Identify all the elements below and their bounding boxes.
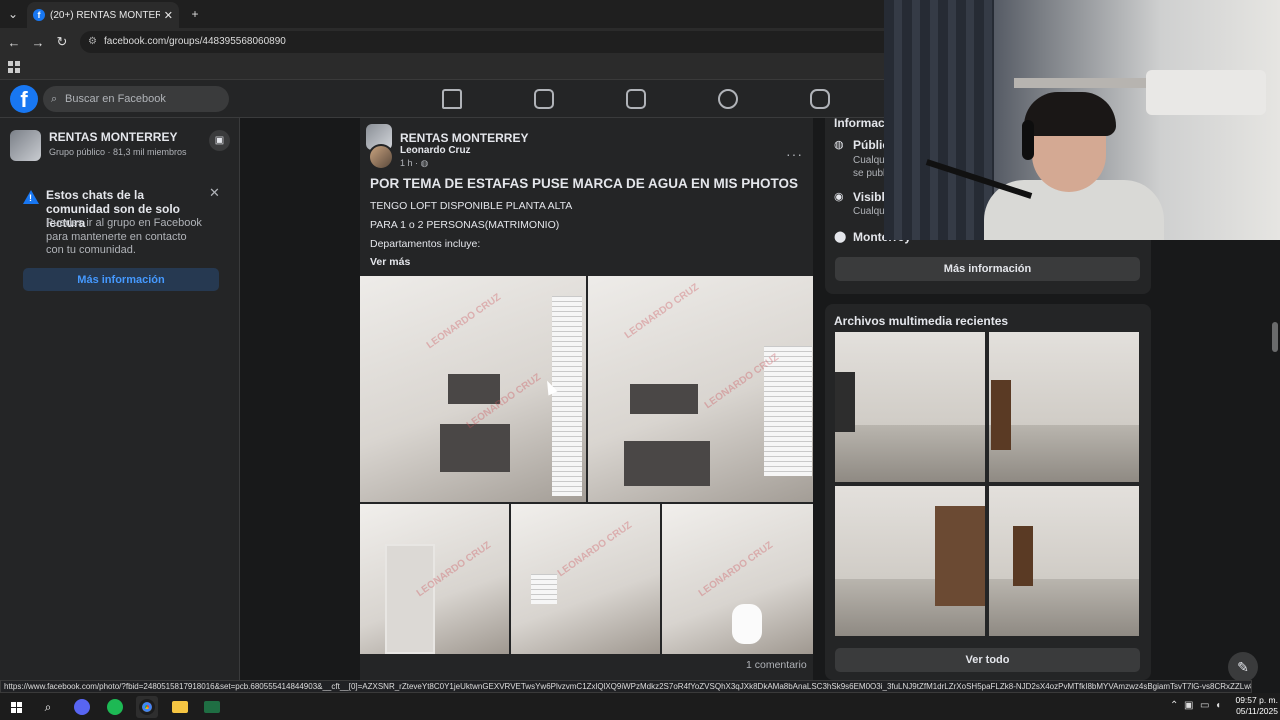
group-name[interactable]: RENTAS MONTERREY xyxy=(49,130,177,144)
location-pin-icon: ⬤ xyxy=(834,231,847,243)
post-author-avatar[interactable] xyxy=(368,144,394,170)
reload-icon[interactable]: ↻ xyxy=(53,33,71,51)
scrollbar-thumb[interactable] xyxy=(1272,322,1278,352)
facebook-search-input[interactable]: ⌕ Buscar en Facebook xyxy=(43,86,229,112)
media-thumbnail[interactable] xyxy=(989,486,1139,636)
info-public-desc: Cualqu se publ xyxy=(853,155,886,179)
post-time-text: 1 h · xyxy=(400,158,421,168)
windows-taskbar: ⌕ ⌃ ▣ ▭ ◖ 09:57 p. m. 05/11/2025 xyxy=(0,693,1280,720)
sidebar-toggle-icon[interactable]: ▣ xyxy=(209,130,230,151)
video-icon[interactable] xyxy=(534,89,554,109)
post-photo[interactable]: LEONARDO CRUZ LEONARDO CRUZ xyxy=(588,276,813,502)
taskbar-clock[interactable]: 09:57 p. m. 05/11/2025 xyxy=(1230,695,1278,717)
browser-tab[interactable]: f (20+) RENTAS MONTERREY | Fa ✕ xyxy=(27,2,179,28)
info-visible-desc: Cualqu xyxy=(853,206,885,217)
media-thumbnail[interactable] xyxy=(835,486,985,636)
post-group-name[interactable]: RENTAS MONTERREY xyxy=(400,131,528,145)
group-meta: Grupo público · 81,3 mil miembros xyxy=(49,147,187,157)
globe-icon: ◍ xyxy=(834,139,844,151)
chrome-icon[interactable] xyxy=(136,696,158,718)
warning-icon: ! xyxy=(23,190,39,204)
tray-app-icon[interactable]: ▣ xyxy=(1184,700,1193,711)
facebook-logo-icon[interactable]: f xyxy=(10,85,38,113)
network-icon[interactable]: ▭ xyxy=(1200,700,1209,711)
post-photo[interactable]: LEONARDO CRUZ xyxy=(360,504,509,654)
post-time[interactable]: 1 h · ◍ xyxy=(400,158,428,169)
groups-icon[interactable] xyxy=(718,89,738,109)
clock-time: 09:57 p. m. xyxy=(1235,695,1278,705)
gaming-icon[interactable] xyxy=(810,89,830,109)
notice-body: Puedes ir al grupo en Facebook para mant… xyxy=(46,217,202,256)
post-line: Departamentos incluye: xyxy=(370,238,481,250)
media-thumbnail[interactable] xyxy=(989,332,1139,482)
spotify-icon[interactable] xyxy=(104,696,126,718)
webcam-overlay xyxy=(884,0,1280,240)
tray-chevron-icon[interactable]: ⌃ xyxy=(1170,700,1178,711)
post-author-name[interactable]: Leonardo Cruz xyxy=(400,145,471,156)
tab-search-icon[interactable]: ⌄ xyxy=(4,5,22,23)
post-menu-button[interactable]: ··· xyxy=(786,146,803,162)
more-info-button[interactable]: Más información xyxy=(835,257,1140,281)
see-more-link[interactable]: Ver más xyxy=(370,256,410,268)
post-title: POR TEMA DE ESTAFAS PUSE MARCA DE AGUA E… xyxy=(370,176,799,191)
status-url: https://www.facebook.com/photo/?fbid=248… xyxy=(0,680,1252,693)
post-line: PARA 1 o 2 PERSONAS(MATRIMONIO) xyxy=(370,219,560,231)
eye-icon: ◉ xyxy=(834,191,844,203)
post-photo[interactable]: LEONARDO CRUZ xyxy=(662,504,813,654)
search-placeholder: Buscar en Facebook xyxy=(65,93,166,105)
media-thumbnail[interactable] xyxy=(835,332,985,482)
group-post: RENTAS MONTERREY Leonardo Cruz 1 h · ◍ ·… xyxy=(360,118,813,680)
tab-close-icon[interactable]: ✕ xyxy=(164,9,173,22)
globe-icon: ◍ xyxy=(420,158,429,168)
comments-count[interactable]: 1 comentario xyxy=(746,659,807,671)
recent-media-card: Archivos multimedia recientes Ver todo xyxy=(825,304,1151,680)
back-icon[interactable]: ← xyxy=(5,33,23,51)
more-info-button[interactable]: Más información xyxy=(23,268,219,291)
left-sidebar: RENTAS MONTERREY Grupo público · 81,3 mi… xyxy=(0,118,240,680)
url-text: facebook.com/groups/448395568060890 xyxy=(104,36,286,47)
search-icon: ⌕ xyxy=(51,93,58,105)
apps-grid-icon[interactable] xyxy=(8,61,20,73)
terminal-icon[interactable] xyxy=(201,696,223,718)
group-avatar[interactable] xyxy=(10,130,41,161)
file-explorer-icon[interactable] xyxy=(169,696,191,718)
search-icon[interactable]: ⌕ xyxy=(37,696,59,718)
media-title: Archivos multimedia recientes xyxy=(834,314,1009,328)
close-icon[interactable]: ✕ xyxy=(209,185,220,201)
post-photo[interactable]: LEONARDO CRUZ xyxy=(511,504,660,654)
volume-icon[interactable]: ◖ xyxy=(1215,700,1221,711)
post-line: TENGO LOFT DISPONIBLE PLANTA ALTA xyxy=(370,200,573,212)
new-message-icon[interactable]: ✎ xyxy=(1228,652,1258,682)
discord-icon[interactable] xyxy=(71,696,93,718)
marketplace-icon[interactable] xyxy=(626,89,646,109)
clock-date: 05/11/2025 xyxy=(1236,706,1278,716)
site-info-icon[interactable]: ⚙ xyxy=(88,31,97,53)
home-icon[interactable] xyxy=(442,89,462,109)
facebook-favicon-icon: f xyxy=(33,9,45,21)
windows-start-icon[interactable] xyxy=(5,696,27,718)
forward-icon[interactable]: → xyxy=(29,33,47,51)
tab-title: (20+) RENTAS MONTERREY | Fa xyxy=(50,9,160,21)
see-all-button[interactable]: Ver todo xyxy=(835,648,1140,672)
new-tab-button[interactable]: + xyxy=(186,5,204,23)
